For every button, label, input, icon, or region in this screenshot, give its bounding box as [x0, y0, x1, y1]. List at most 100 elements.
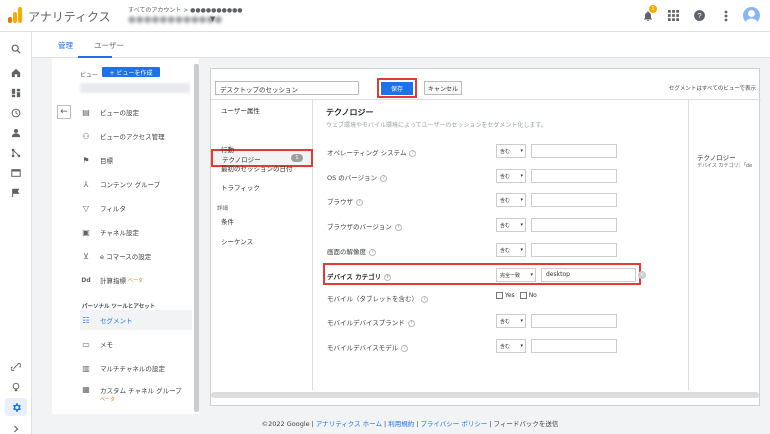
- more-vert-icon[interactable]: [717, 7, 734, 24]
- help-icon[interactable]: ?: [691, 7, 708, 24]
- category-demographics[interactable]: ユーザー属性: [221, 105, 260, 115]
- tab-user[interactable]: ユーザー: [94, 40, 124, 51]
- help-icon[interactable]: ?: [407, 319, 415, 327]
- value-input[interactable]: [531, 193, 617, 207]
- row-label: 画面の解像度: [327, 248, 366, 256]
- beta-badge: ベータ: [128, 277, 144, 284]
- footer-link-privacy[interactable]: プライバシー ポリシー: [420, 420, 487, 428]
- help-icon[interactable]: ?: [380, 174, 388, 182]
- home-icon[interactable]: [9, 66, 23, 80]
- category-first-session[interactable]: 最初のセッションの日付: [221, 163, 293, 173]
- footer-link-terms[interactable]: 利用規約: [388, 420, 414, 428]
- help-icon[interactable]: ?: [394, 223, 402, 231]
- nav-goals[interactable]: ⚑ 目標: [80, 150, 192, 170]
- nav-notes[interactable]: ▭ メモ: [80, 334, 192, 354]
- mobile-yes-checkbox[interactable]: Yes: [496, 292, 515, 299]
- category-traffic[interactable]: トラフィック: [221, 182, 260, 192]
- nav-channel-settings[interactable]: ▣ チャネル設定: [80, 222, 192, 242]
- account-name[interactable]: ●●●●●●●●●●●●: [128, 15, 222, 25]
- tab-admin[interactable]: 管理: [58, 40, 73, 51]
- remove-icon[interactable]: ×: [638, 271, 646, 279]
- value-input[interactable]: [531, 144, 617, 158]
- value-input[interactable]: [531, 169, 617, 183]
- nav-label: セグメント: [100, 317, 133, 325]
- apps-grid-icon[interactable]: [665, 7, 682, 24]
- editor-horizontal-scrollbar[interactable]: [211, 392, 759, 398]
- nav-custom-channel-groups[interactable]: ▦ カスタム チャネル グループ ベータ: [80, 382, 192, 406]
- app-title[interactable]: アナリティクス: [28, 8, 111, 25]
- display-icon[interactable]: [9, 166, 23, 180]
- nav-multichannel[interactable]: ▥ マルチチャネルの設定: [80, 358, 192, 378]
- operator-dropdown[interactable]: 含む ▾: [496, 193, 526, 207]
- operator-dropdown[interactable]: 含む ▾: [496, 144, 526, 158]
- help-icon[interactable]: ?: [421, 295, 428, 303]
- notification-badge: 1: [649, 5, 657, 13]
- nav-calculated-metrics[interactable]: Dd 計算指標 ベータ: [80, 270, 192, 290]
- segment-visibility-note[interactable]: セグメントはすべてのビューで表示: [669, 84, 756, 92]
- category-sequences[interactable]: シーケンス: [221, 236, 253, 246]
- back-arrow-icon[interactable]: ←: [57, 105, 71, 119]
- row-label: オペレーティング システム: [327, 149, 407, 157]
- link-icon[interactable]: [9, 360, 23, 374]
- nav-content-groups[interactable]: ⅄ コンテンツ グループ: [80, 174, 192, 194]
- device-category-input[interactable]: desktop: [541, 268, 636, 282]
- footer-feedback[interactable]: フィードバックを送信: [494, 420, 559, 428]
- cancel-button[interactable]: キャンセル: [424, 81, 462, 95]
- save-button[interactable]: 保存: [381, 81, 413, 95]
- person-icon[interactable]: [9, 126, 23, 140]
- operator-dropdown[interactable]: 含む ▾: [496, 218, 526, 232]
- nav-label: ビューのアクセス管理: [100, 133, 165, 141]
- svg-text:?: ?: [697, 11, 701, 20]
- nav-label: チャネル設定: [100, 229, 139, 237]
- filter-row-browser-version: ブラウザのバージョン? 含む ▾: [326, 215, 641, 235]
- help-icon[interactable]: ?: [369, 248, 376, 256]
- value-input[interactable]: [531, 339, 617, 353]
- clock-icon[interactable]: [9, 106, 23, 120]
- operator-dropdown[interactable]: 含む ▾: [496, 339, 526, 353]
- create-view-button[interactable]: + ビューを作成: [102, 67, 160, 77]
- operator-dropdown[interactable]: 含む ▾: [496, 169, 526, 183]
- filter-icon: ▽: [82, 203, 90, 213]
- nav-label: ビューの設定: [100, 109, 139, 117]
- people-icon: ⚇: [82, 131, 90, 141]
- footer-link-analytics-home[interactable]: アナリティクス ホーム: [316, 420, 382, 428]
- segment-name-input[interactable]: デスクトップのセッション: [215, 81, 359, 95]
- nav-view-access[interactable]: ⚇ ビューのアクセス管理: [80, 126, 192, 146]
- lightbulb-icon[interactable]: [9, 380, 23, 394]
- help-icon[interactable]: ?: [401, 344, 409, 352]
- nav-label: コンテンツ グループ: [100, 181, 161, 189]
- account-path[interactable]: すべてのアカウント > ●●●●●●●●●●: [128, 5, 243, 14]
- chevron-down-icon: ▾: [520, 247, 523, 253]
- gear-icon[interactable]: [5, 398, 27, 416]
- view-panel-scrollbar[interactable]: [194, 64, 199, 412]
- segment-editor: デスクトップのセッション 保存 キャンセル セグメントはすべてのビューで表示 ユ…: [210, 68, 761, 406]
- value-input[interactable]: [531, 243, 617, 257]
- help-icon[interactable]: ?: [384, 273, 392, 281]
- avatar[interactable]: [743, 7, 760, 24]
- operator-dropdown[interactable]: 完全一致 ▾: [496, 268, 536, 282]
- search-icon[interactable]: [9, 42, 23, 56]
- operator-dropdown[interactable]: 含む ▾: [496, 243, 526, 257]
- custom-icon: ▦: [82, 385, 90, 394]
- analytics-logo-icon[interactable]: [8, 7, 22, 23]
- branch-icon[interactable]: [9, 146, 23, 160]
- view-selector[interactable]: [80, 83, 190, 93]
- nav-ecommerce[interactable]: ⊻ e コマースの設定: [80, 246, 192, 266]
- flag-icon[interactable]: [9, 186, 23, 200]
- nav-segments[interactable]: ☷ セグメント: [80, 310, 192, 330]
- category-conditions[interactable]: 条件: [221, 216, 234, 226]
- nav-filters[interactable]: ▽ フィルタ: [80, 198, 192, 218]
- row-label: モバイルデバイスモデル: [327, 344, 399, 352]
- dashboard-icon[interactable]: [9, 86, 23, 100]
- notifications-bell-icon[interactable]: 1: [639, 5, 657, 24]
- filter-row-device-category: デバイス カテゴリ? 完全一致 ▾ desktop ×: [323, 263, 646, 285]
- category-behavior[interactable]: 行動: [221, 144, 234, 154]
- operator-dropdown[interactable]: 含む ▾: [496, 314, 526, 328]
- mobile-no-checkbox[interactable]: No: [519, 292, 537, 299]
- nav-view-settings[interactable]: ▤ ビューの設定: [80, 102, 192, 122]
- value-input[interactable]: [531, 314, 617, 328]
- help-icon[interactable]: ?: [409, 149, 417, 157]
- value-input[interactable]: [531, 218, 617, 232]
- account-dropdown-icon[interactable]: ▼: [210, 15, 215, 23]
- help-icon[interactable]: ?: [356, 198, 363, 206]
